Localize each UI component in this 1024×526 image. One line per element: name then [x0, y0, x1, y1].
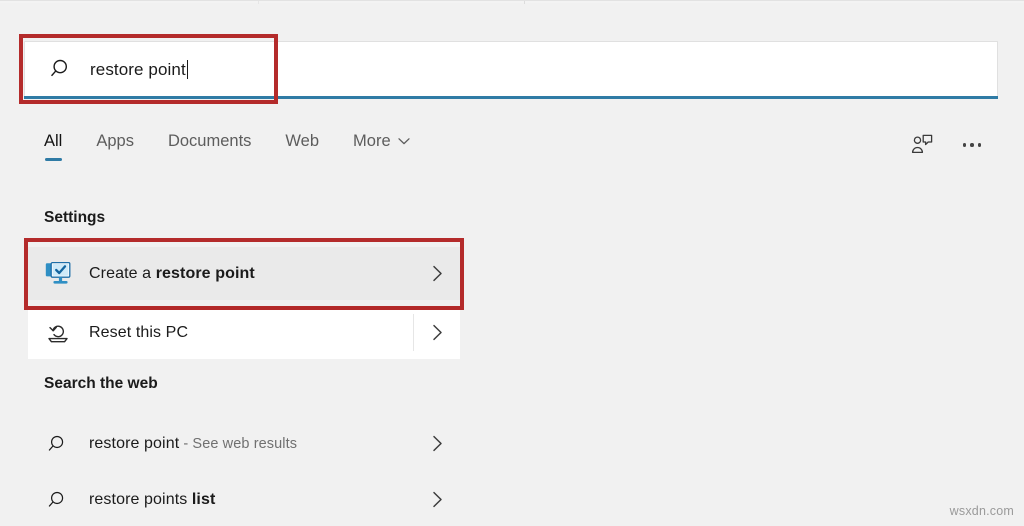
chevron-right-icon[interactable]: [414, 324, 460, 341]
tab-apps-label: Apps: [96, 132, 134, 150]
search-icon: [45, 487, 71, 513]
result-label-suffix: - See web results: [179, 435, 298, 452]
result-reset-this-pc[interactable]: Reset this PC: [28, 306, 460, 359]
tab-apps[interactable]: Apps: [96, 122, 134, 151]
search-input[interactable]: restore point: [24, 41, 998, 96]
result-create-restore-point[interactable]: Create a restore point: [28, 247, 460, 300]
text-caret: [186, 59, 189, 79]
result-label: Reset this PC: [89, 323, 189, 341]
tab-more[interactable]: More: [353, 122, 410, 151]
section-header-settings: Settings: [44, 209, 106, 226]
restore-point-monitor-icon: [45, 261, 71, 287]
row-divider: [413, 314, 414, 351]
window-seam-2: [524, 1, 525, 4]
result-label: Create a restore point: [89, 265, 414, 283]
result-label-prefix: Create a: [89, 264, 156, 282]
section-header-web: Search the web: [44, 375, 158, 392]
tab-active-indicator: [45, 158, 62, 161]
chevron-right-icon[interactable]: [414, 435, 460, 452]
chevron-right-icon[interactable]: [414, 265, 460, 282]
result-web-restore-points-list[interactable]: restore points list: [28, 473, 460, 526]
result-label-query: restore points: [89, 490, 192, 508]
window-top-edge: [0, 0, 1024, 4]
result-label-bold: list: [191, 490, 216, 508]
search-icon: [51, 59, 67, 77]
more-options-button[interactable]: [954, 128, 990, 162]
chevron-down-icon: [397, 138, 410, 145]
chevron-right-icon[interactable]: [414, 491, 460, 508]
reset-pc-icon: [45, 320, 71, 346]
tab-more-label: More: [353, 132, 391, 150]
feedback-button[interactable]: [904, 128, 940, 162]
search-icon: [45, 431, 71, 457]
result-label: restore points list: [89, 491, 414, 509]
results-tabbar: All Apps Documents Web More: [0, 122, 1024, 170]
search-input-value: restore point: [90, 59, 186, 79]
feedback-person-icon: [911, 134, 933, 154]
tab-web[interactable]: Web: [285, 122, 319, 151]
search-input-underline: [24, 96, 998, 99]
tab-web-label: Web: [285, 132, 320, 150]
watermark: wsxdn.com: [949, 504, 1014, 518]
result-web-restore-point[interactable]: restore point - See web results: [28, 417, 460, 470]
result-label-bold: restore point: [155, 264, 255, 282]
window-seam: [258, 1, 259, 4]
result-label: restore point - See web results: [89, 435, 414, 453]
tab-documents-label: Documents: [167, 132, 252, 150]
ellipsis-icon: [962, 143, 982, 147]
result-label-query: restore point: [89, 434, 180, 452]
tab-documents[interactable]: Documents: [168, 122, 251, 151]
tab-all[interactable]: All: [44, 122, 63, 161]
tab-all-label: All: [44, 132, 63, 150]
